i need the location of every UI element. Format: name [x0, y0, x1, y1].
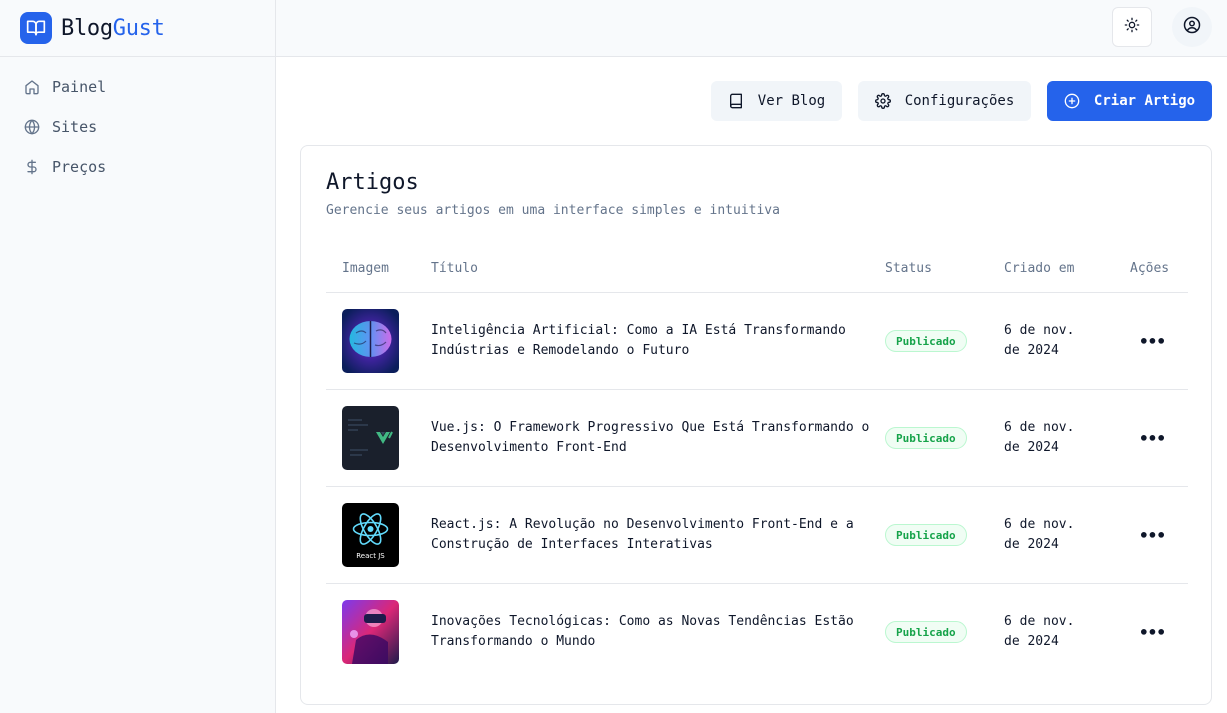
create-article-button[interactable]: Criar Artigo: [1047, 81, 1212, 121]
brand-name: BlogGust: [61, 16, 165, 41]
created-date: 6 de nov. de 2024: [1004, 420, 1075, 455]
brand-name-part1: Blog: [61, 15, 113, 41]
more-actions-icon[interactable]: •••: [1139, 329, 1166, 353]
column-header-created: Criado em: [1004, 261, 1075, 276]
theme-toggle-button[interactable]: [1112, 7, 1152, 47]
sidebar-item-sites[interactable]: Sites: [0, 107, 275, 147]
view-blog-label: Ver Blog: [757, 93, 826, 109]
sidebar-nav: Painel Sites Preços: [0, 57, 275, 187]
article-title[interactable]: React.js: A Revolução no Desenvolvimento…: [431, 515, 871, 555]
create-article-label: Criar Artigo: [1093, 93, 1196, 109]
gear-icon: [874, 93, 891, 109]
created-date: 6 de nov. de 2024: [1004, 517, 1075, 552]
column-header-image: Imagem: [342, 261, 389, 276]
article-title[interactable]: Inovações Tecnológicas: Como as Novas Te…: [431, 612, 871, 652]
topbar: [276, 0, 1227, 57]
articles-card: Artigos Gerencie seus artigos em uma int…: [300, 145, 1212, 705]
brand-name-part2: Gust: [112, 15, 165, 41]
vue-logo-image: [342, 406, 399, 470]
table-row[interactable]: Inovações Tecnológicas: Como as Novas Te…: [326, 584, 1188, 681]
more-actions-icon[interactable]: •••: [1139, 523, 1166, 547]
user-circle-icon: [1183, 16, 1201, 38]
plus-circle-icon: [1064, 93, 1080, 109]
more-actions-icon[interactable]: •••: [1139, 426, 1166, 450]
brand[interactable]: BlogGust: [0, 0, 275, 57]
sidebar-item-label: Painel: [52, 78, 107, 96]
home-icon: [24, 79, 40, 95]
status-badge: Publicado: [885, 427, 967, 449]
sidebar-item-precos[interactable]: Preços: [0, 147, 275, 187]
more-actions-icon[interactable]: •••: [1139, 620, 1166, 644]
status-badge: Publicado: [885, 330, 967, 352]
column-header-title: Título: [431, 261, 478, 276]
page-title: Artigos: [326, 170, 419, 195]
globe-icon: [24, 119, 40, 135]
table-row[interactable]: Inteligência Artificial: Como a IA Está …: [326, 293, 1188, 390]
sidebar-item-label: Preços: [52, 158, 107, 176]
column-header-status: Status: [885, 261, 932, 276]
table-row[interactable]: React JS React.js: A Revolução no Desenv…: [326, 487, 1188, 584]
sidebar: BlogGust Painel Sites Preços: [0, 0, 276, 713]
react-logo-image: React JS: [342, 503, 399, 567]
ai-brain-image: [342, 309, 399, 373]
vr-headset-image: [342, 600, 399, 664]
sidebar-item-painel[interactable]: Painel: [0, 67, 275, 107]
status-badge: Publicado: [885, 524, 967, 546]
sidebar-item-label: Sites: [52, 118, 98, 136]
page-subtitle: Gerencie seus artigos em uma interface s…: [326, 203, 780, 218]
created-date: 6 de nov. de 2024: [1004, 323, 1075, 358]
created-date: 6 de nov. de 2024: [1004, 614, 1075, 649]
react-js-caption: React JS: [356, 552, 385, 560]
status-badge: Publicado: [885, 621, 967, 643]
article-title[interactable]: Inteligência Artificial: Como a IA Está …: [431, 321, 871, 361]
settings-button[interactable]: Configurações: [858, 81, 1031, 121]
view-blog-button[interactable]: Ver Blog: [711, 81, 842, 121]
book-open-icon: [20, 12, 52, 44]
column-header-actions: Ações: [1130, 261, 1170, 276]
table-row[interactable]: Vue.js: O Framework Progressivo Que Está…: [326, 390, 1188, 487]
sun-icon: [1124, 17, 1140, 37]
table-header: Imagem Título Status Criado em Ações: [326, 249, 1188, 293]
settings-label: Configurações: [904, 93, 1015, 109]
article-title[interactable]: Vue.js: O Framework Progressivo Que Está…: [431, 418, 871, 458]
book-icon: [728, 93, 744, 109]
user-menu-button[interactable]: [1172, 7, 1212, 47]
dollar-icon: [24, 159, 40, 175]
